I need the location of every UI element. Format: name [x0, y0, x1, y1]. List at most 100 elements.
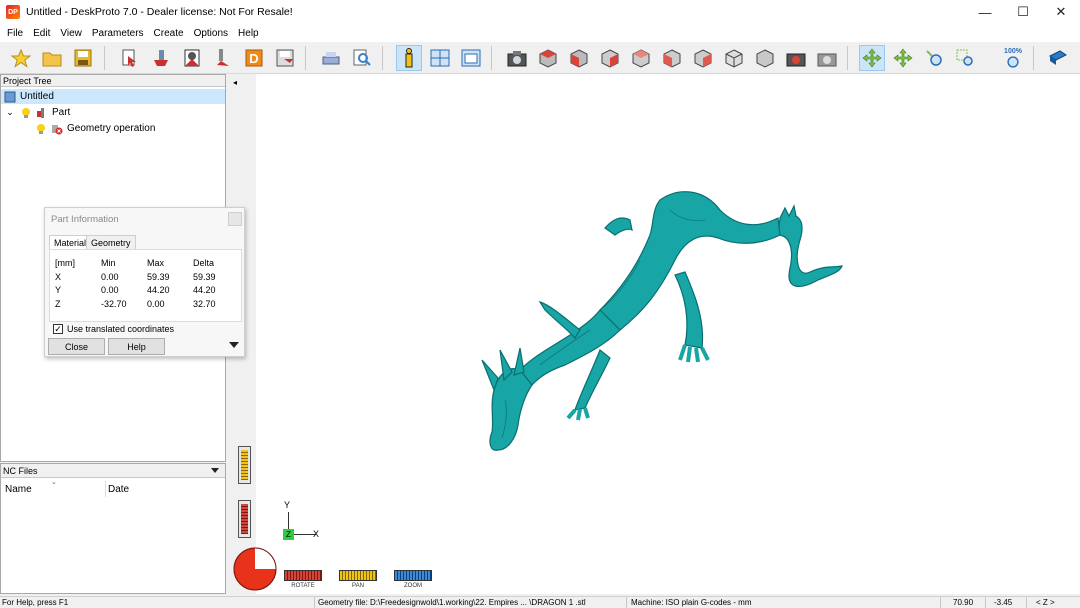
tab-material[interactable]: Material — [49, 235, 92, 250]
row-y-label: Y — [55, 285, 62, 295]
zoom-window-icon — [956, 49, 973, 66]
status-machine: Machine: ISO plain G-codes - mm — [631, 598, 752, 607]
part-information-dialog: Part Information Material Geometry [mm] … — [44, 207, 245, 357]
view-top-button[interactable] — [535, 45, 561, 71]
tool-button[interactable] — [210, 45, 236, 71]
menu-parameters[interactable]: Parameters — [87, 28, 149, 39]
table-header-max: Max — [147, 258, 165, 268]
nc-col-date[interactable]: Date — [108, 484, 129, 495]
light-slider-red[interactable] — [238, 500, 251, 538]
table-header-delta: Delta — [193, 258, 215, 268]
cube-bottom-icon — [694, 49, 712, 68]
zoom-fit-icon — [1007, 55, 1019, 68]
nc-col-name[interactable]: Name — [5, 484, 32, 495]
help-button[interactable]: Help — [108, 338, 165, 355]
minimize-button[interactable]: — — [966, 0, 1004, 24]
view-iso-button[interactable] — [721, 45, 747, 71]
part-info-table: [mm] Min Max Delta X 0.00 59.39 59.39 Y … — [49, 249, 242, 322]
zoom-mode-button[interactable] — [921, 45, 947, 71]
checkbox-box[interactable]: ✓ — [53, 324, 63, 334]
open-project-button[interactable] — [39, 45, 65, 71]
menu-bar: File Edit View Parameters Create Options… — [0, 24, 1080, 42]
zoom-100-button[interactable]: 100% — [1000, 45, 1026, 71]
zoom-mode-label: ZOOM — [404, 583, 422, 589]
part-info-button[interactable] — [396, 45, 422, 71]
view-iso2-button[interactable] — [752, 45, 778, 71]
zoom-mode-toggle[interactable] — [394, 570, 432, 581]
camera-icon — [507, 51, 527, 67]
tab-geometry[interactable]: Geometry — [86, 235, 136, 250]
translated-coords-checkbox[interactable]: ✓ Use translated coordinates — [53, 324, 174, 334]
view-back-button[interactable] — [659, 45, 685, 71]
row-z-max: 0.00 — [147, 299, 165, 309]
menu-edit[interactable]: Edit — [28, 28, 55, 39]
lightbulb-icon[interactable] — [35, 123, 47, 135]
save-disk-icon — [74, 49, 92, 67]
save-project-button[interactable] — [70, 45, 96, 71]
expand-chevron-icon[interactable]: ⌄ — [4, 107, 16, 119]
main-toolbar: D 100% — [0, 42, 1080, 74]
part-icon — [36, 107, 48, 119]
tree-item-part[interactable]: ⌄ Part — [4, 105, 70, 120]
grid-window-icon — [430, 49, 450, 67]
part-params-button[interactable] — [148, 45, 174, 71]
rotate-knob[interactable] — [232, 546, 278, 592]
rotate-mode-toggle[interactable] — [284, 570, 322, 581]
dialog-close-box[interactable] — [228, 212, 242, 226]
view-left-button[interactable] — [628, 45, 654, 71]
tree-item-project[interactable]: Untitled — [1, 89, 225, 104]
camera-button[interactable] — [504, 45, 530, 71]
zoom-window-button[interactable] — [952, 45, 978, 71]
drawing-button[interactable]: D — [241, 45, 267, 71]
row-y-delta: 44.20 — [193, 285, 216, 295]
save-nc-icon — [276, 49, 294, 67]
nc-files-dropdown-icon[interactable] — [211, 468, 219, 473]
dialog-title: Part Information — [51, 214, 119, 225]
new-project-button[interactable] — [8, 45, 34, 71]
zoom-percent-label: 100% — [1004, 47, 1022, 55]
d-letter-icon: D — [245, 49, 263, 67]
simulate-button[interactable] — [318, 45, 344, 71]
manual-button[interactable] — [1045, 45, 1071, 71]
close-window-button[interactable]: ✕ — [1042, 0, 1080, 24]
pan-mode-button[interactable] — [890, 45, 916, 71]
row-y-max: 44.20 — [147, 285, 170, 295]
rotate-mode-button[interactable] — [859, 45, 885, 71]
svg-text:D: D — [249, 51, 258, 66]
preview-button[interactable] — [349, 45, 375, 71]
nc-files-panel: NC Files Name ⌄ Date — [0, 463, 226, 594]
project-icon — [4, 91, 16, 103]
menu-create[interactable]: Create — [149, 28, 189, 39]
menu-options[interactable]: Options — [189, 28, 233, 39]
light-slider-yellow[interactable] — [238, 446, 251, 484]
snapshot-button[interactable] — [783, 45, 809, 71]
pan-mode-toggle[interactable] — [339, 570, 377, 581]
collapse-arrow-icon[interactable]: ◂ — [233, 78, 237, 87]
maximize-button[interactable]: ☐ — [1004, 0, 1042, 24]
part-params-icon — [154, 50, 168, 66]
close-button[interactable]: Close — [48, 338, 105, 355]
menu-file[interactable]: File — [2, 28, 28, 39]
axis-z-label: Z — [283, 529, 294, 540]
view-bottom-button[interactable] — [690, 45, 716, 71]
view-front-button[interactable] — [566, 45, 592, 71]
pan-mode-label: PAN — [352, 583, 364, 589]
snapshot2-button[interactable] — [814, 45, 840, 71]
axis-x-label: X — [313, 529, 320, 539]
view-right-button[interactable] — [597, 45, 623, 71]
tree-item-operation[interactable]: Geometry operation — [35, 121, 155, 136]
split-view-button[interactable] — [427, 45, 453, 71]
status-help: For Help, press F1 — [2, 598, 69, 607]
title-bar: DP Untitled - DeskProto 7.0 - Dealer lic… — [0, 0, 1080, 24]
row-z-delta: 32.70 — [193, 299, 216, 309]
load-part-button[interactable] — [117, 45, 143, 71]
menu-help[interactable]: Help — [233, 28, 264, 39]
menu-view[interactable]: View — [55, 28, 87, 39]
lightbulb-icon[interactable] — [20, 107, 32, 119]
save-nc-button[interactable] — [272, 45, 298, 71]
zoom-magnifier-icon — [926, 50, 942, 66]
window-view-button[interactable] — [458, 45, 484, 71]
mill-tool-icon — [217, 49, 229, 66]
bitmap-button[interactable] — [179, 45, 205, 71]
expand-arrow-icon[interactable] — [229, 342, 239, 348]
